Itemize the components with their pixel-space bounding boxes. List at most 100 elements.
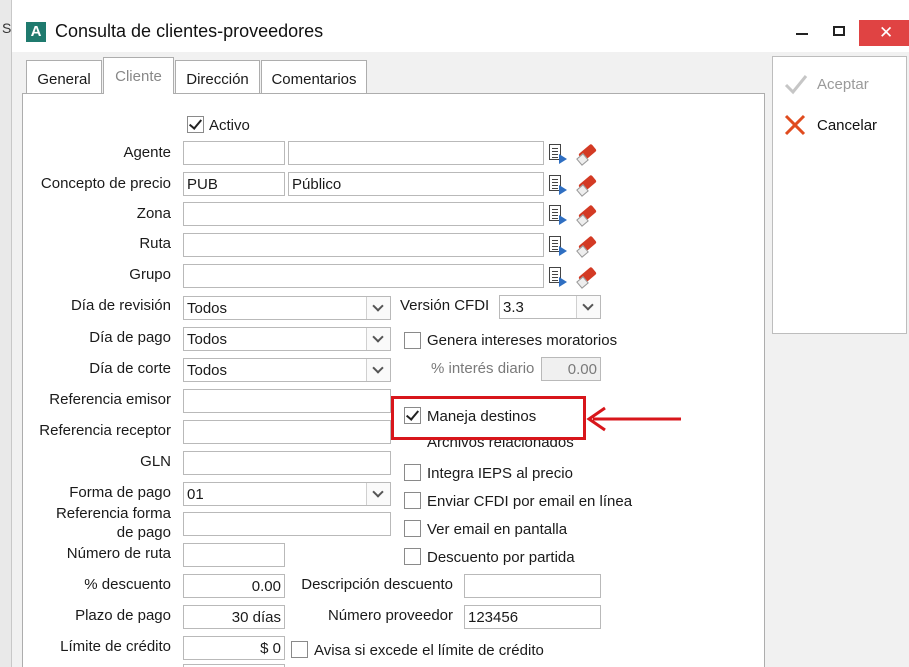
genera-intereses-checkbox[interactable] xyxy=(404,332,421,349)
dia-pago-select[interactable]: Todos xyxy=(183,327,391,351)
tab-direccion[interactable]: Dirección xyxy=(175,60,260,93)
ruta-label: Ruta xyxy=(139,235,171,252)
numero-ruta-label: Número de ruta xyxy=(66,545,171,562)
dia-corte-value: Todos xyxy=(187,362,228,379)
avisa-excede-checkbox[interactable] xyxy=(291,641,308,658)
left-edge-letter: S xyxy=(2,20,12,36)
zona-eraser-icon[interactable] xyxy=(576,203,598,225)
dia-revision-value: Todos xyxy=(187,300,228,317)
chevron-down-icon xyxy=(366,359,390,381)
concepto-precio-code-input[interactable]: PUB xyxy=(183,172,285,196)
dia-pago-label: Día de pago xyxy=(89,329,171,346)
forma-pago-label: Forma de pago xyxy=(69,484,171,501)
plazo-pago-label: Plazo de pago xyxy=(75,607,171,624)
tab-comentarios[interactable]: Comentarios xyxy=(261,60,367,93)
ver-email-checkbox[interactable] xyxy=(404,520,421,537)
enviar-cfdi-checkbox[interactable] xyxy=(404,492,421,509)
gln-label: GLN xyxy=(140,453,171,470)
accept-label: Aceptar xyxy=(817,76,869,93)
maximize-button[interactable] xyxy=(833,26,845,36)
minimize-button[interactable] xyxy=(796,33,808,35)
version-cfdi-value: 3.3 xyxy=(503,299,524,316)
descripcion-descuento-label: Descripción descuento xyxy=(301,576,453,593)
left-border xyxy=(0,0,12,667)
descuento-input[interactable]: 0.00 xyxy=(183,574,285,598)
interes-diario-label: % interés diario xyxy=(431,360,535,377)
forma-pago-select[interactable]: 01 xyxy=(183,482,391,506)
agente-eraser-icon[interactable] xyxy=(576,142,598,164)
descuento-partida-label: Descuento por partida xyxy=(427,549,575,566)
numero-proveedor-label: Número proveedor xyxy=(327,607,453,624)
plazo-pago-input[interactable]: 30 días xyxy=(183,605,285,629)
referencia-receptor-label: Referencia receptor xyxy=(39,422,171,439)
grupo-lookup-button[interactable] xyxy=(547,265,569,287)
zona-label: Zona xyxy=(136,205,171,222)
dia-pago-value: Todos xyxy=(187,331,228,348)
agente-code-input[interactable] xyxy=(183,141,285,165)
agente-lookup-button[interactable] xyxy=(547,142,569,164)
dia-corte-select[interactable]: Todos xyxy=(183,358,391,382)
grupo-eraser-icon[interactable] xyxy=(576,265,598,287)
close-button[interactable]: ✕ xyxy=(859,20,909,46)
referencia-emisor-label: Referencia emisor xyxy=(49,391,171,408)
dia-corte-label: Día de corte xyxy=(89,360,171,377)
highlight-arrow-icon xyxy=(586,406,681,432)
ver-email-label: Ver email en pantalla xyxy=(427,521,568,538)
avisa-excede-label: Avisa si excede el límite de crédito xyxy=(314,642,544,659)
grupo-label: Grupo xyxy=(129,266,171,283)
concepto-precio-eraser-icon[interactable] xyxy=(576,173,598,195)
referencia-forma-pago-label-2: de pago xyxy=(116,524,171,541)
descripcion-descuento-input[interactable] xyxy=(464,574,601,598)
referencia-receptor-input[interactable] xyxy=(183,420,391,444)
activo-checkbox[interactable] xyxy=(187,116,204,133)
forma-pago-value: 01 xyxy=(187,486,204,503)
tab-general[interactable]: General xyxy=(26,60,102,93)
chevron-down-icon xyxy=(366,297,390,319)
referencia-forma-pago-input[interactable] xyxy=(183,512,391,536)
descuento-label: % descuento xyxy=(84,576,171,593)
numero-ruta-input[interactable] xyxy=(183,543,285,567)
action-pane-inner xyxy=(772,56,907,334)
cancel-label: Cancelar xyxy=(817,117,878,134)
concepto-precio-label: Concepto de precio xyxy=(40,175,171,192)
interes-diario-input[interactable]: 0.00 xyxy=(541,357,601,381)
ruta-lookup-button[interactable] xyxy=(547,234,569,256)
tab-cliente[interactable]: Cliente xyxy=(103,57,174,94)
chevron-down-icon xyxy=(366,483,390,505)
agente-name-input[interactable] xyxy=(288,141,544,165)
chevron-down-icon xyxy=(366,328,390,350)
concepto-precio-name-input[interactable]: Público xyxy=(288,172,544,196)
zona-input[interactable] xyxy=(183,202,544,226)
dia-revision-label: Día de revisión xyxy=(70,297,171,314)
tab-panel-joint xyxy=(104,92,173,95)
activo-label: Activo xyxy=(209,117,250,134)
agente-label: Agente xyxy=(123,144,171,161)
highlight-box xyxy=(391,396,586,440)
ruta-input[interactable] xyxy=(183,233,544,257)
accept-button[interactable]: Aceptar xyxy=(780,72,900,96)
gln-input[interactable] xyxy=(183,451,391,475)
title-bar[interactable]: A Consulta de clientes-proveedores ✕ xyxy=(12,0,909,52)
window-title: Consulta de clientes-proveedores xyxy=(55,21,324,41)
version-cfdi-select[interactable]: 3.3 xyxy=(499,295,601,319)
limite-credito-input[interactable]: $ 0 xyxy=(183,636,285,660)
integra-ieps-checkbox[interactable] xyxy=(404,464,421,481)
version-cfdi-label: Versión CFDI xyxy=(400,297,490,314)
numero-proveedor-input[interactable]: 123456 xyxy=(464,605,601,629)
dia-revision-select[interactable]: Todos xyxy=(183,296,391,320)
concepto-precio-lookup-button[interactable] xyxy=(547,173,569,195)
referencia-forma-pago-label-1: Referencia forma xyxy=(55,505,171,522)
genera-intereses-label: Genera intereses moratorios xyxy=(427,332,618,349)
ruta-eraser-icon[interactable] xyxy=(576,234,598,256)
cancel-button[interactable]: Cancelar xyxy=(780,113,900,137)
close-icon: ✕ xyxy=(879,23,894,42)
enviar-cfdi-label: Enviar CFDI por email en línea xyxy=(427,493,633,510)
referencia-emisor-input[interactable] xyxy=(183,389,391,413)
integra-ieps-label: Integra IEPS al precio xyxy=(427,465,573,482)
grupo-input[interactable] xyxy=(183,264,544,288)
app-icon: A xyxy=(26,22,46,42)
chevron-down-icon xyxy=(576,296,600,318)
descuento-partida-checkbox[interactable] xyxy=(404,548,421,565)
x-icon xyxy=(784,114,806,136)
zona-lookup-button[interactable] xyxy=(547,203,569,225)
